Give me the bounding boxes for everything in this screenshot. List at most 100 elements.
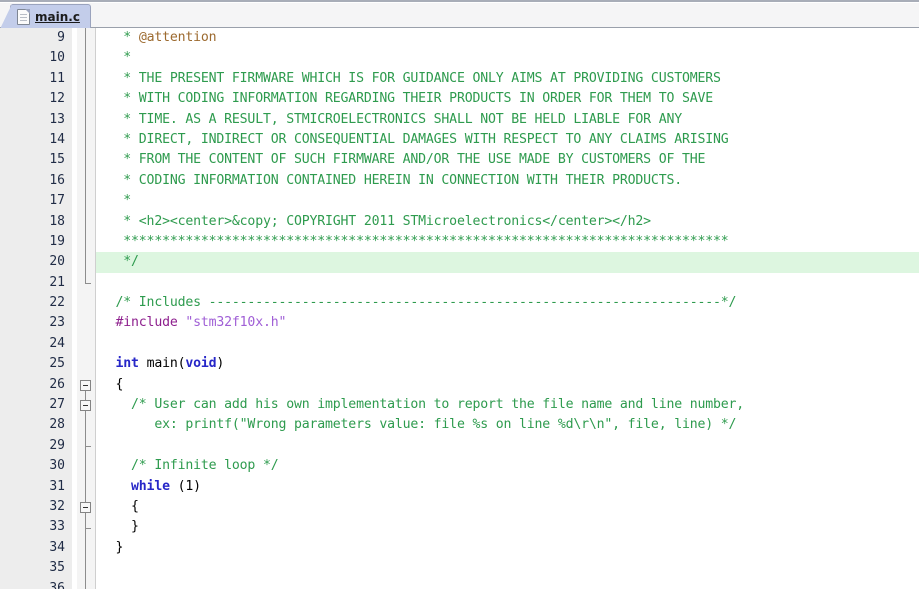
code-line[interactable]: 9 * @attention [0,28,919,49]
code-text[interactable] [96,273,919,293]
fold-marker [77,578,96,589]
code-line[interactable]: 21 [0,272,919,294]
code-line[interactable]: 35 [0,558,919,579]
code-line[interactable]: 13 * TIME. AS A RESULT, STMICROELECTRONI… [0,109,919,130]
code-text[interactable]: * [96,191,919,211]
code-lines[interactable]: 9 * @attention 10 * 11 * THE PRESENT FIRMW… [0,28,919,589]
fold-collapse-icon[interactable] [80,400,91,412]
tab-bar-background [0,2,919,27]
line-number: 36 [0,578,72,589]
line-number: 19 [0,231,72,253]
editor-tab-bar: main.c [0,0,919,29]
code-line[interactable]: 29 [0,435,919,457]
code-token: /* Infinite loop */ [100,458,279,474]
line-number: 25 [0,354,72,375]
fold-marker [77,252,96,273]
line-number: 22 [0,293,72,314]
code-editor-window: main.c 9 * @attention 10 * 11 * THE PRESEN… [0,0,919,589]
code-line[interactable]: 17 * [0,191,919,212]
code-token: ex: printf("Wrong parameters value: file… [100,417,737,433]
code-line[interactable]: 18 * <h2><center>&copy; COPYRIGHT 2011 S… [0,211,919,232]
code-line[interactable]: 19 *************************************… [0,231,919,253]
code-line[interactable]: 34 } [0,537,919,559]
fold-collapse-icon[interactable] [80,502,91,514]
code-line[interactable]: 30 /* Infinite loop */ [0,456,919,477]
line-number: 9 [0,28,72,49]
code-line[interactable]: 11 * THE PRESENT FIRMWARE WHICH IS FOR G… [0,68,919,90]
code-token: { [100,376,124,392]
code-text[interactable]: * WITH CODING INFORMATION REGARDING THEI… [96,89,919,109]
code-line[interactable]: 24 [0,333,919,355]
code-line[interactable]: 14 * DIRECT, INDIRECT OR CONSEQUENTIAL D… [0,129,919,151]
editor-surface[interactable]: 9 * @attention 10 * 11 * THE PRESENT FIRMW… [0,28,919,589]
code-text[interactable]: int main(void) [96,354,919,374]
fold-marker [77,334,96,354]
code-text[interactable]: /* User can add his own implementation t… [96,395,919,415]
code-text[interactable]: /* Includes ----------------------------… [96,293,919,313]
code-line[interactable]: 28 ex: printf("Wrong parameters value: f… [0,415,919,436]
code-line[interactable]: 20 */ [0,252,919,273]
code-text[interactable]: * DIRECT, INDIRECT OR CONSEQUENTIAL DAMA… [96,130,919,150]
code-text[interactable] [96,579,919,589]
line-number: 14 [0,129,72,151]
code-line[interactable]: 22 /* Includes -------------------------… [0,293,919,314]
tab-main-c[interactable]: main.c [0,4,91,29]
code-line[interactable]: 32 { [0,496,919,518]
code-text[interactable] [96,558,919,578]
line-number: 35 [0,558,72,579]
code-token: * [100,193,132,209]
code-text[interactable]: while (1) [96,477,919,497]
line-number: 32 [0,496,72,518]
code-line[interactable]: 16 * CODING INFORMATION CONTAINED HEREIN… [0,170,919,192]
code-line[interactable]: 33 } [0,517,919,538]
code-line[interactable]: 26 { [0,374,919,396]
code-text[interactable]: ex: printf("Wrong parameters value: file… [96,415,919,435]
code-text[interactable]: * TIME. AS A RESULT, STMICROELECTRONICS … [96,110,919,130]
code-text[interactable]: ****************************************… [96,232,919,252]
fold-marker[interactable] [77,375,96,396]
fold-marker[interactable] [77,496,96,518]
document-icon [17,8,30,25]
code-line[interactable]: 36 [0,578,919,589]
code-line[interactable]: 25 int main(void) [0,354,919,375]
code-text[interactable]: #include "stm32f10x.h" [96,313,919,333]
line-number: 26 [0,374,72,396]
code-token: * <h2><center>&copy; COPYRIGHT 2011 STMi… [100,213,651,229]
code-text[interactable]: */ [96,252,919,273]
code-text[interactable]: { [96,375,919,395]
code-token: } [100,519,139,535]
code-line[interactable]: 27 /* User can add his own implementatio… [0,395,919,416]
fold-marker [77,89,96,110]
fold-marker [77,517,96,538]
line-number: 24 [0,333,72,355]
code-text[interactable]: * FROM THE CONTENT OF SUCH FIRMWARE AND/… [96,150,919,170]
code-text[interactable]: * @attention [96,28,919,48]
line-number: 28 [0,415,72,436]
code-line[interactable]: 31 while (1) [0,476,919,497]
code-token: */ [100,254,139,270]
code-text[interactable]: } [96,538,919,558]
code-text[interactable]: * THE PRESENT FIRMWARE WHICH IS FOR GUID… [96,69,919,89]
code-text[interactable]: * CODING INFORMATION CONTAINED HEREIN IN… [96,171,919,191]
code-text[interactable] [96,334,919,354]
code-text[interactable]: { [96,497,919,517]
code-text[interactable]: } [96,517,919,537]
line-number: 16 [0,170,72,192]
code-line[interactable]: 15 * FROM THE CONTENT OF SUCH FIRMWARE A… [0,150,919,171]
code-token: "stm32f10x.h" [185,315,287,331]
code-text[interactable]: /* Infinite loop */ [96,456,919,476]
code-text[interactable]: * [96,48,919,68]
fold-collapse-icon[interactable] [80,379,91,391]
code-token: /* Includes ----------------------------… [100,295,737,311]
fold-marker[interactable] [77,395,96,416]
line-number: 17 [0,191,72,212]
code-text[interactable] [96,436,919,456]
code-token: * DIRECT, INDIRECT OR CONSEQUENTIAL DAMA… [100,131,729,147]
code-token: * TIME. AS A RESULT, STMICROELECTRONICS … [100,111,682,127]
code-text[interactable]: * <h2><center>&copy; COPYRIGHT 2011 STMi… [96,212,919,232]
code-line[interactable]: 10 * [0,48,919,69]
code-line[interactable]: 23 #include "stm32f10x.h" [0,313,919,334]
fold-marker [77,129,96,151]
fold-marker [77,211,96,232]
code-line[interactable]: 12 * WITH CODING INFORMATION REGARDING T… [0,89,919,110]
